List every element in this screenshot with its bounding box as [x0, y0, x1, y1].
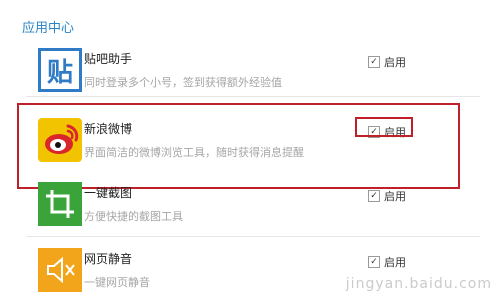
- app-description: 方便快捷的截图工具: [84, 210, 183, 223]
- app-row-mute: 网页静音 一键网页静音 ✓ 启用: [18, 238, 480, 304]
- page-title: 应用中心: [22, 21, 75, 36]
- enable-label: 启用: [384, 56, 406, 69]
- app-name: 一键截图: [84, 186, 133, 200]
- crop-tool-icon: [46, 190, 74, 218]
- divider: [26, 236, 480, 237]
- speaker-muted-icon: [47, 256, 75, 284]
- app-row-tieba: 贴 贴吧助手 同时登录多个小号，签到获得额外经验值 ✓ 启用: [18, 38, 480, 104]
- enable-label: 启用: [384, 190, 406, 203]
- enable-toggle[interactable]: ✓ 启用: [368, 188, 406, 204]
- tieba-helper-icon: 贴: [38, 48, 82, 92]
- mute-icon: [38, 248, 82, 292]
- enable-highlight-box: [355, 117, 413, 137]
- app-row-screenshot: 一键截图 方便快捷的截图工具 ✓ 启用: [18, 172, 480, 238]
- enable-label: 启用: [384, 256, 406, 269]
- enable-checkbox[interactable]: ✓: [368, 190, 380, 202]
- crop-icon: [38, 182, 82, 226]
- enable-checkbox[interactable]: ✓: [368, 256, 380, 268]
- app-description: 同时登录多个小号，签到获得额外经验值: [84, 76, 282, 89]
- enable-toggle[interactable]: ✓ 启用: [368, 54, 406, 70]
- enable-checkbox[interactable]: ✓: [368, 56, 380, 68]
- divider: [26, 96, 480, 97]
- app-description: 一键网页静音: [84, 276, 150, 289]
- app-name: 贴吧助手: [84, 52, 133, 66]
- app-name: 网页静音: [84, 252, 133, 266]
- watermark: jingyan.baidu.com: [345, 276, 492, 292]
- enable-toggle[interactable]: ✓ 启用: [368, 254, 406, 270]
